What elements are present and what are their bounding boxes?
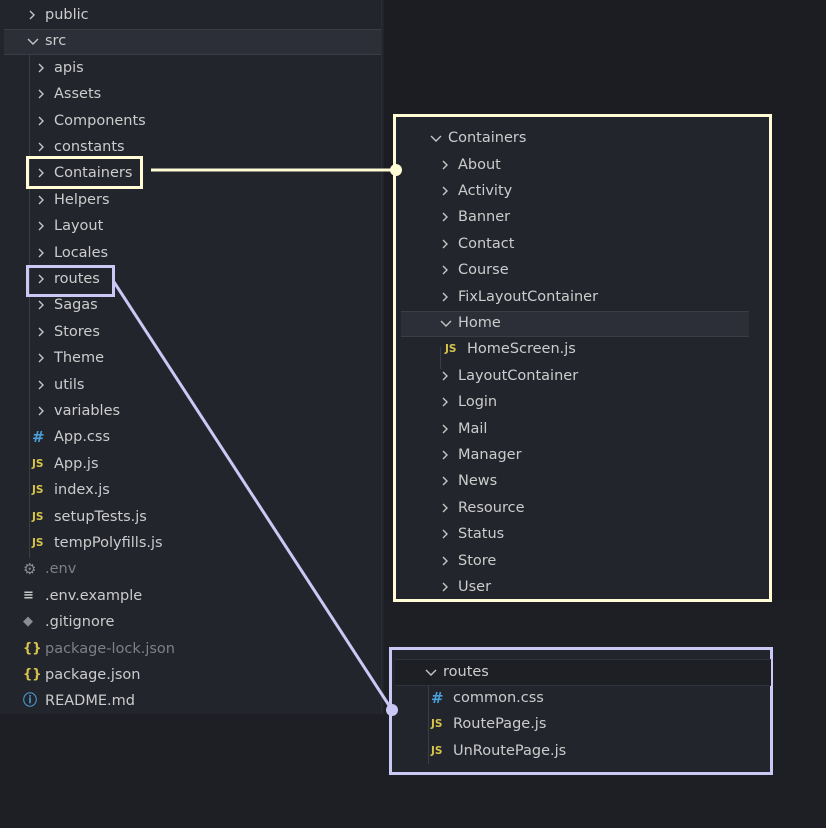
routes-connector-line <box>112 281 394 711</box>
containers-connector-dot <box>390 164 402 176</box>
connector-lines <box>112 164 402 716</box>
routes-connector-dot <box>386 704 398 716</box>
